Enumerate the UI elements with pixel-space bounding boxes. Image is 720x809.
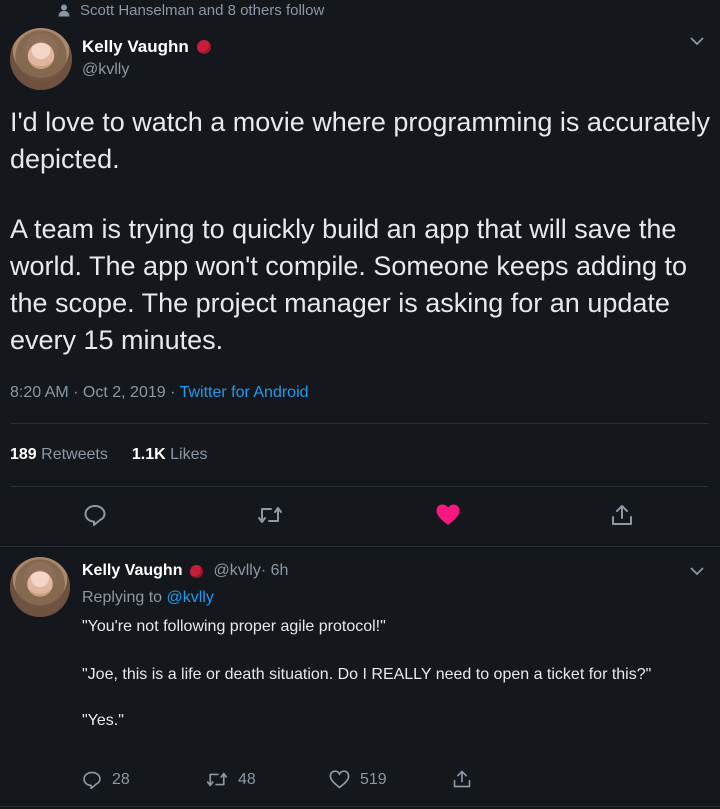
retweets-count: 189 bbox=[10, 446, 37, 463]
author-name[interactable]: Kelly Vaughn bbox=[82, 37, 189, 57]
reply-share-button[interactable] bbox=[452, 769, 472, 789]
reply-avatar[interactable] bbox=[10, 557, 70, 617]
tweet-source[interactable]: Twitter for Android bbox=[180, 384, 309, 401]
divider bbox=[10, 486, 708, 487]
social-context-text: Scott Hanselman and 8 others follow bbox=[80, 2, 325, 19]
like-count: 519 bbox=[360, 770, 387, 788]
retweets-stat[interactable]: 189 Retweets bbox=[10, 446, 108, 464]
social-context[interactable]: Scott Hanselman and 8 others follow bbox=[58, 2, 324, 19]
reply-line-3: "Yes." bbox=[82, 712, 124, 729]
share-icon bbox=[610, 503, 634, 527]
tweet-timestamp[interactable]: 8:20 AM · Oct 2, 2019 · bbox=[10, 384, 180, 401]
divider bbox=[0, 546, 720, 547]
retweets-label: Retweets bbox=[41, 446, 108, 463]
reply-line-2: "Joe, this is a life or death situation.… bbox=[82, 666, 652, 683]
person-icon bbox=[58, 4, 70, 17]
tweet-paragraph-2: A team is trying to quickly build an app… bbox=[10, 214, 688, 355]
tweet-paragraph-1: I'd love to watch a movie where programm… bbox=[10, 107, 710, 174]
share-button[interactable] bbox=[600, 493, 644, 537]
likes-stat[interactable]: 1.1K Likes bbox=[132, 446, 208, 464]
divider bbox=[0, 806, 720, 807]
retweet-icon bbox=[206, 770, 228, 789]
replying-to-label: Replying to bbox=[82, 589, 167, 606]
retweet-icon bbox=[257, 504, 283, 526]
reply-author-name[interactable]: Kelly Vaughn bbox=[82, 562, 182, 580]
avatar[interactable] bbox=[10, 28, 72, 90]
retweet-button[interactable] bbox=[248, 493, 292, 537]
divider bbox=[10, 423, 708, 424]
likes-count: 1.1K bbox=[131, 446, 166, 463]
tweet-stats: 189 Retweets 1.1K Likes bbox=[10, 446, 207, 464]
reply-reply-button[interactable]: 28 bbox=[82, 770, 130, 790]
verified-badge-icon bbox=[196, 40, 211, 54]
verified-badge-icon bbox=[190, 564, 204, 578]
reply-author-handle[interactable]: @kvlly bbox=[213, 562, 260, 580]
reply-button[interactable] bbox=[73, 493, 117, 537]
reply-text: "You're not following proper agile proto… bbox=[82, 615, 692, 733]
replying-to-handle[interactable]: @kvlly bbox=[167, 589, 214, 606]
like-button[interactable] bbox=[426, 493, 470, 537]
reply-icon bbox=[83, 503, 107, 527]
reply-line-1: "You're not following proper agile proto… bbox=[82, 618, 386, 635]
chevron-down-icon[interactable] bbox=[690, 566, 704, 576]
heart-icon bbox=[329, 770, 350, 789]
tweet-text: I'd love to watch a movie where programm… bbox=[10, 104, 710, 359]
reply-icon bbox=[82, 770, 102, 790]
reply-time[interactable]: · 6h bbox=[261, 562, 289, 580]
retweet-count: 48 bbox=[238, 770, 256, 788]
reply-like-button[interactable]: 519 bbox=[329, 770, 387, 789]
reply-retweet-button[interactable]: 48 bbox=[206, 770, 256, 789]
chevron-down-icon[interactable] bbox=[690, 36, 704, 46]
likes-label: Likes bbox=[170, 446, 208, 463]
share-icon bbox=[452, 769, 472, 789]
heart-icon bbox=[435, 503, 461, 527]
reply-count: 28 bbox=[112, 771, 130, 788]
replying-to: Replying to @kvlly bbox=[82, 589, 214, 607]
author-handle[interactable]: @kvlly bbox=[82, 61, 129, 79]
